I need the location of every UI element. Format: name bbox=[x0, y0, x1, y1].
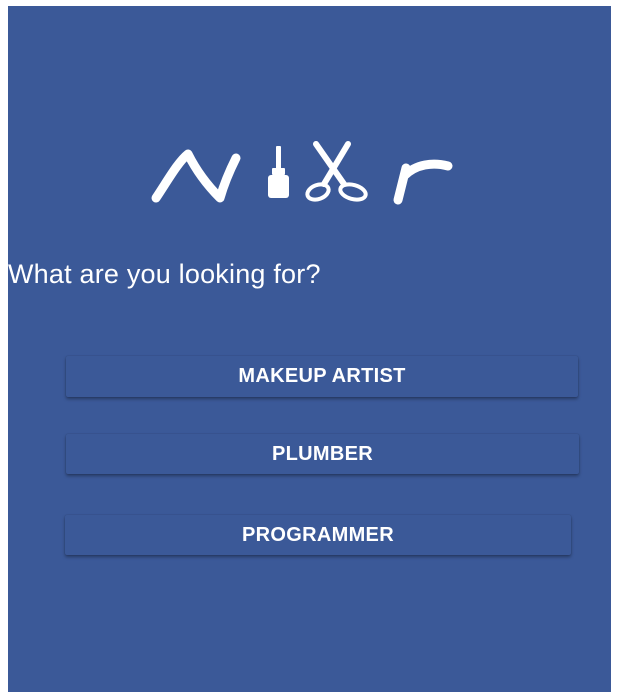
programmer-button[interactable]: PROGRAMMER bbox=[65, 515, 571, 555]
logo-mark bbox=[151, 141, 453, 205]
app-screen: What are you looking for? MAKEUP ARTIST … bbox=[8, 6, 611, 692]
scissors-icon bbox=[305, 141, 368, 202]
nail-polish-icon bbox=[268, 146, 289, 198]
logo-letter-n bbox=[151, 149, 241, 203]
logo-letter-r bbox=[393, 159, 453, 205]
app-logo bbox=[148, 140, 488, 212]
plumber-button[interactable]: PLUMBER bbox=[66, 434, 579, 474]
question-heading: What are you looking for? bbox=[8, 259, 321, 289]
makeup-artist-button[interactable]: MAKEUP ARTIST bbox=[66, 356, 578, 397]
